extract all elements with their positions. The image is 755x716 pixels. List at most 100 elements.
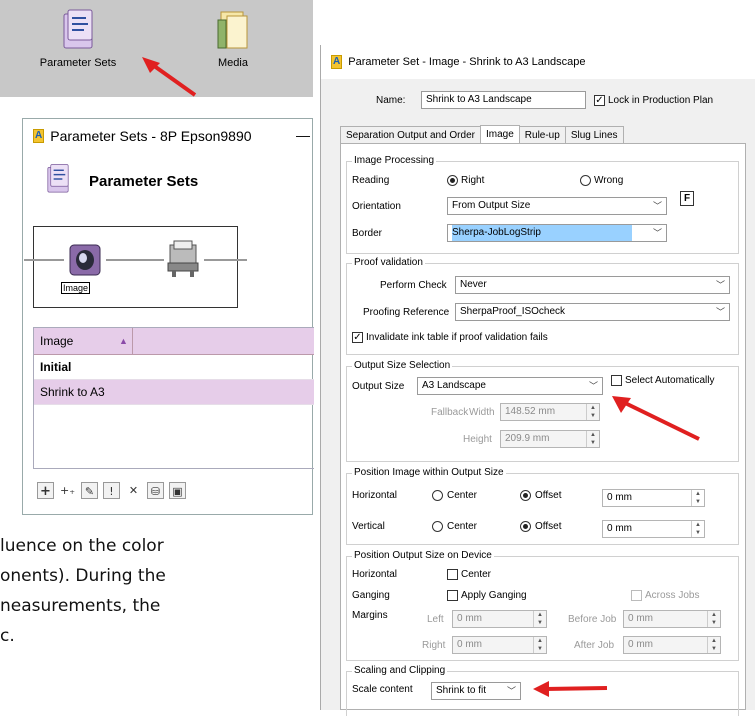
chevron-down-icon: ﹀ bbox=[652, 228, 662, 238]
horizontal-offset-input[interactable]: 0 mm ▲ ▼ bbox=[602, 489, 705, 507]
scale-content-select[interactable]: Shrink to fit ﹀ bbox=[431, 682, 521, 700]
tab-bar: Separation Output and Order Image Rule-u… bbox=[340, 124, 624, 145]
after-job-label: After Job bbox=[574, 640, 615, 651]
border-select[interactable]: Sherpa-JobLogStrip ﹀ bbox=[447, 224, 667, 242]
lock-checkbox[interactable]: ✓ bbox=[594, 95, 605, 106]
background-text-line: luence on the color bbox=[0, 536, 164, 556]
annotation-arrow bbox=[533, 681, 608, 697]
perform-check-select[interactable]: Never ﹀ bbox=[455, 276, 730, 294]
chevron-down-icon: ﹀ bbox=[506, 686, 516, 696]
parameter-sets-icon bbox=[58, 8, 98, 52]
group-title: Position Output Size on Device bbox=[352, 550, 494, 561]
width-label: Width bbox=[469, 407, 495, 418]
reading-wrong-radio[interactable] bbox=[580, 175, 591, 186]
left-margin-input[interactable]: 0 mm ▲ ▼ bbox=[452, 610, 547, 628]
tab-image[interactable]: Image bbox=[479, 125, 520, 145]
apply-ganging-label: Apply Ganging bbox=[461, 590, 527, 601]
vertical-label: Vertical bbox=[352, 521, 385, 532]
chevron-down-icon: ﹀ bbox=[715, 307, 725, 317]
tab-rule-up[interactable]: Rule-up bbox=[518, 126, 566, 144]
after-job-input[interactable]: 0 mm ▲ ▼ bbox=[623, 636, 721, 654]
right-margin-label: Right bbox=[422, 640, 446, 651]
before-job-label: Before Job bbox=[568, 614, 617, 625]
spinner-icon[interactable]: ▲ ▼ bbox=[707, 637, 720, 653]
toolbar-item-parameter-sets[interactable]: Parameter Sets bbox=[38, 8, 118, 69]
printer-icon[interactable] bbox=[164, 239, 204, 279]
horizontal-center-radio[interactable] bbox=[432, 490, 443, 501]
vertical-offset-input[interactable]: 0 mm ▲ ▼ bbox=[602, 520, 705, 538]
tab-separation[interactable]: Separation Output and Order bbox=[340, 126, 481, 144]
right-margin-input[interactable]: 0 mm ▲ ▼ bbox=[452, 636, 547, 654]
image-node-icon[interactable] bbox=[64, 243, 106, 279]
parameter-sets-window: A Parameter Sets - 8P Epson9890 — Parame… bbox=[22, 118, 314, 515]
column-label: Image bbox=[40, 334, 74, 348]
apply-ganging-checkbox[interactable] bbox=[447, 590, 458, 601]
list-item-label: Shrink to A3 bbox=[40, 385, 105, 399]
height-label: Height bbox=[463, 434, 492, 445]
group-title: Proof validation bbox=[352, 257, 425, 268]
vertical-offset-radio[interactable] bbox=[520, 521, 531, 532]
tab-slug-lines[interactable]: Slug Lines bbox=[564, 126, 624, 144]
orientation-select[interactable]: From Output Size ﹀ bbox=[447, 197, 667, 215]
proofing-reference-label: Proofing Reference bbox=[363, 307, 450, 318]
center-label: Center bbox=[461, 569, 492, 580]
border-value: Sherpa-JobLogStrip bbox=[452, 225, 632, 241]
parameter-set-dialog: A Parameter Set - Image - Shrink to A3 L… bbox=[320, 45, 755, 716]
vertical-center-radio[interactable] bbox=[432, 521, 443, 532]
width-input[interactable]: 148.52 mm ▲ ▼ bbox=[500, 403, 600, 421]
archive-button[interactable]: ⛁ bbox=[147, 482, 164, 499]
image-processing-group: Image Processing Reading Right Wrong Ori… bbox=[346, 155, 739, 254]
name-input[interactable]: Shrink to A3 Landscape bbox=[421, 91, 586, 109]
delete-button[interactable]: ✕ bbox=[125, 482, 142, 499]
center-checkbox[interactable] bbox=[447, 569, 458, 580]
output-size-select[interactable]: A3 Landscape ﹀ bbox=[417, 377, 603, 395]
spinner-icon[interactable]: ▲ ▼ bbox=[533, 637, 546, 653]
background-text-line: neasurements, the bbox=[0, 596, 161, 616]
horizontal-offset-value: 0 mm bbox=[607, 492, 632, 503]
toolbar-item-media[interactable]: Media bbox=[193, 8, 273, 69]
ganging-label: Ganging bbox=[352, 590, 390, 601]
before-job-input[interactable]: 0 mm ▲ ▼ bbox=[623, 610, 721, 628]
spinner-icon[interactable]: ▲ ▼ bbox=[533, 611, 546, 627]
output-size-value: A3 Landscape bbox=[422, 380, 486, 391]
edit-button[interactable]: ✎ bbox=[81, 482, 98, 499]
spinner-icon[interactable]: ▲ ▼ bbox=[691, 490, 704, 506]
f-button[interactable]: F bbox=[680, 191, 694, 206]
save-button[interactable]: ▣ bbox=[169, 482, 186, 499]
proof-validation-group: Proof validation Perform Check Never ﹀ P… bbox=[346, 257, 739, 355]
before-job-value: 0 mm bbox=[628, 613, 653, 624]
list-item-selected[interactable]: Shrink to A3 bbox=[34, 380, 314, 405]
annotation-arrow bbox=[142, 57, 197, 97]
invalidate-checkbox[interactable]: ✓ bbox=[352, 332, 363, 343]
orientation-value: From Output Size bbox=[452, 200, 531, 211]
image-tab-panel: Image Processing Reading Right Wrong Ori… bbox=[340, 143, 746, 716]
add-button[interactable]: + bbox=[37, 482, 54, 499]
vertical-center-label: Center bbox=[447, 521, 478, 532]
group-title: Output Size Selection bbox=[352, 360, 453, 371]
list-actions: + +₊ ✎ ! ✕ ⛁ ▣ bbox=[37, 482, 186, 499]
group-title: Image Processing bbox=[352, 155, 437, 166]
alert-button[interactable]: ! bbox=[103, 482, 120, 499]
perform-check-value: Never bbox=[460, 279, 487, 290]
minimize-icon[interactable]: — bbox=[296, 127, 310, 143]
parameter-set-list: Image ▲ Initial Shrink to A3 bbox=[33, 327, 314, 469]
across-jobs-checkbox[interactable] bbox=[631, 590, 642, 601]
add-child-button[interactable]: +₊ bbox=[59, 482, 76, 499]
proofing-reference-select[interactable]: SherpaProof_ISOcheck ﹀ bbox=[455, 303, 730, 321]
media-icon bbox=[213, 8, 253, 52]
list-column-header[interactable]: Image ▲ bbox=[34, 328, 314, 355]
dialog-title: Parameter Set - Image - Shrink to A3 Lan… bbox=[348, 56, 586, 68]
horizontal-offset-label: Offset bbox=[535, 490, 562, 501]
reading-right-radio[interactable] bbox=[447, 175, 458, 186]
spinner-icon[interactable]: ▲ ▼ bbox=[586, 404, 599, 420]
invalidate-label: Invalidate ink table if proof validation… bbox=[366, 332, 548, 343]
spinner-icon[interactable]: ▲ ▼ bbox=[707, 611, 720, 627]
horizontal-offset-radio[interactable] bbox=[520, 490, 531, 501]
select-automatically-checkbox[interactable] bbox=[611, 375, 622, 386]
spinner-icon[interactable]: ▲ ▼ bbox=[691, 521, 704, 537]
spinner-icon[interactable]: ▲ ▼ bbox=[586, 431, 599, 447]
list-item[interactable]: Initial bbox=[34, 355, 314, 380]
after-job-value: 0 mm bbox=[628, 639, 653, 650]
sort-ascending-icon: ▲ bbox=[119, 336, 128, 346]
height-input[interactable]: 209.9 mm ▲ ▼ bbox=[500, 430, 600, 448]
